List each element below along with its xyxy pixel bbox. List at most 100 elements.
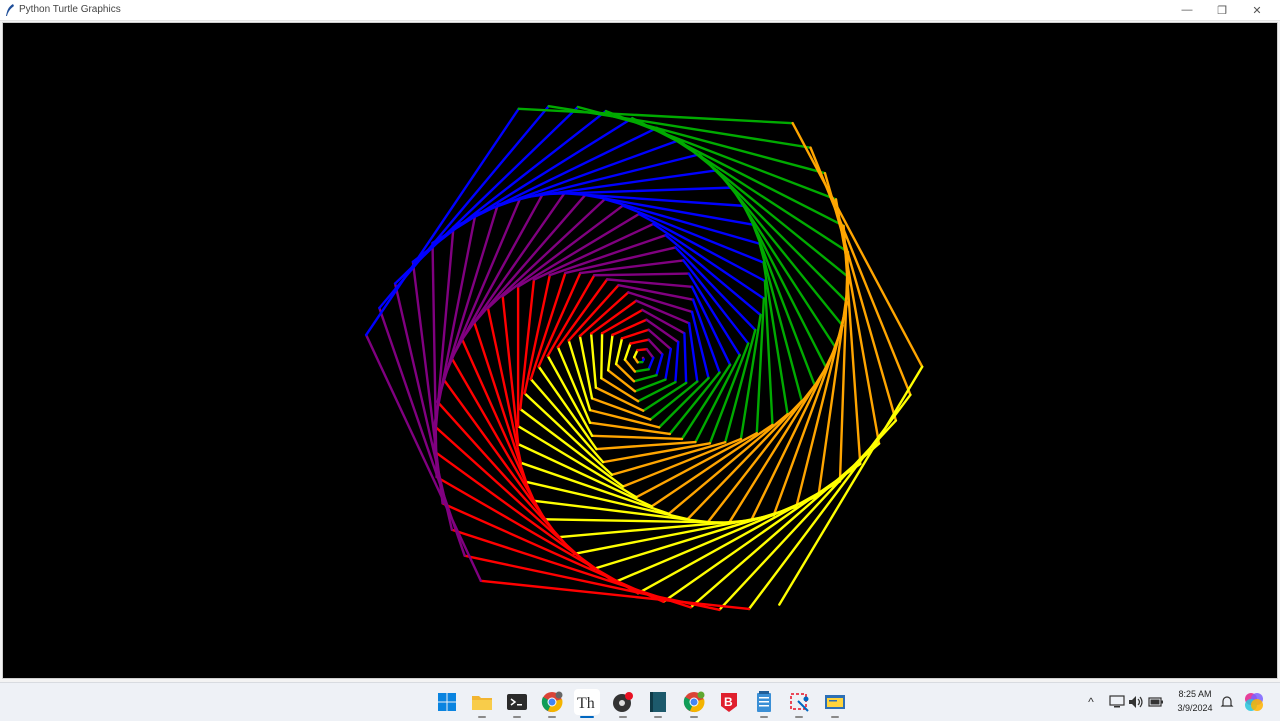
running-indicator	[690, 716, 698, 718]
notebook-icon	[648, 691, 668, 713]
spiral-segment	[521, 463, 669, 514]
taskbar-thonny[interactable]: Th	[574, 689, 600, 715]
spiral-segment	[682, 365, 730, 439]
spiral-segment	[666, 235, 761, 315]
file-explorer-icon	[471, 692, 493, 712]
clock-time: 8:25 AM	[1166, 687, 1224, 701]
taskbar-notepad[interactable]	[751, 689, 777, 715]
spiral-segment	[580, 336, 592, 398]
spiral-segment	[649, 358, 654, 370]
spiral-segment	[564, 193, 743, 206]
running-indicator	[478, 716, 486, 718]
snipping-tool-icon	[788, 691, 810, 713]
chrome-profile-icon	[683, 691, 705, 713]
spiral-segment	[580, 292, 628, 336]
running-indicator	[548, 716, 556, 718]
network-icon	[1109, 695, 1125, 709]
spiral-segment	[684, 333, 686, 383]
notepad-icon	[755, 691, 773, 713]
show-hidden-icons-button[interactable]: ^	[1082, 683, 1100, 721]
spiral-segment	[601, 333, 602, 378]
spiral-segment	[818, 278, 849, 496]
spiral-segment	[531, 273, 565, 379]
spiral-segment	[488, 308, 521, 463]
spiral-segment	[603, 443, 710, 462]
start-button[interactable]	[434, 689, 460, 715]
spiral-segment	[592, 436, 682, 439]
spiral-segment	[526, 482, 688, 519]
spiral-segment	[548, 275, 595, 356]
battery-status[interactable]	[1146, 683, 1166, 721]
close-button[interactable]: ✕	[1240, 0, 1274, 20]
spiral-segment	[558, 279, 607, 347]
clock[interactable]: 8:25 AM 3/9/2024	[1166, 687, 1224, 715]
spiral-segment	[625, 344, 631, 360]
taskbar-snipping-tool[interactable]	[786, 689, 812, 715]
brave-label: B	[724, 695, 733, 709]
window-title: Python Turtle Graphics	[19, 4, 121, 15]
spiral-drawing	[3, 23, 1278, 679]
spiral-segment	[675, 342, 678, 382]
thonny-icon: Th	[576, 692, 598, 712]
spiral-segment	[519, 109, 793, 123]
volume-control[interactable]	[1126, 683, 1146, 721]
spiral-segment	[656, 354, 662, 375]
spiral-segment	[638, 382, 675, 401]
speaker-icon	[1128, 695, 1144, 709]
spiral-segment	[608, 335, 612, 370]
spiral-segment	[474, 195, 585, 323]
spiral-segment	[545, 519, 729, 522]
python-idle-icon	[824, 692, 846, 712]
start-icon	[437, 692, 457, 712]
taskbar-notebook[interactable]	[645, 689, 671, 715]
spiral-segment	[765, 281, 773, 425]
spiral-segment	[481, 581, 749, 609]
notifications-button[interactable]	[1218, 683, 1236, 721]
running-indicator	[619, 716, 627, 718]
window-titlebar: Python Turtle Graphics — ❐ ✕	[0, 0, 1280, 21]
taskbar-chrome[interactable]	[539, 689, 565, 715]
running-indicator	[760, 716, 768, 718]
clock-date: 3/9/2024	[1166, 701, 1224, 715]
spiral-segment	[634, 375, 656, 381]
spiral-segment	[518, 444, 651, 506]
minimize-button[interactable]: —	[1170, 0, 1204, 20]
spiral-segment	[590, 423, 670, 434]
maximize-button[interactable]: ❐	[1205, 0, 1239, 20]
spiral-segment	[616, 338, 622, 364]
spiral-segment	[525, 393, 612, 474]
network-status[interactable]	[1106, 683, 1128, 721]
copilot-button[interactable]	[1242, 683, 1266, 721]
spiral-segment	[520, 280, 534, 409]
running-indicator	[831, 716, 839, 718]
spiral-segment	[638, 349, 647, 350]
spiral-segment	[366, 335, 481, 581]
taskbar-obs[interactable]	[610, 689, 636, 715]
terminal-icon	[507, 693, 527, 711]
taskbar-python-idle[interactable]	[822, 689, 848, 715]
spiral-segment	[591, 334, 596, 388]
spiral-segment	[503, 296, 519, 444]
spiral-segment	[649, 330, 671, 349]
taskbar: Th B	[0, 682, 1280, 721]
taskbar-file-explorer[interactable]	[469, 689, 495, 715]
taskbar-chrome-profile[interactable]	[681, 689, 707, 715]
feather-icon	[4, 3, 16, 17]
spiral-segment	[649, 340, 663, 355]
obs-icon	[612, 691, 634, 713]
spiral-segment	[622, 330, 649, 339]
active-indicator	[580, 716, 594, 718]
taskbar-terminal[interactable]	[504, 689, 530, 715]
spiral-segment	[670, 372, 720, 433]
spiral-segment	[725, 330, 755, 442]
spiral-segment	[665, 349, 670, 380]
spiral-segment	[594, 274, 689, 276]
notification-bell-icon	[1220, 695, 1234, 709]
turtle-canvas[interactable]	[2, 22, 1278, 679]
spiral-segment	[625, 360, 635, 372]
running-indicator	[513, 716, 521, 718]
battery-icon	[1148, 696, 1164, 708]
spiral-segment	[608, 370, 635, 391]
taskbar-brave[interactable]: B	[716, 689, 742, 715]
spiral-segment	[434, 451, 615, 582]
